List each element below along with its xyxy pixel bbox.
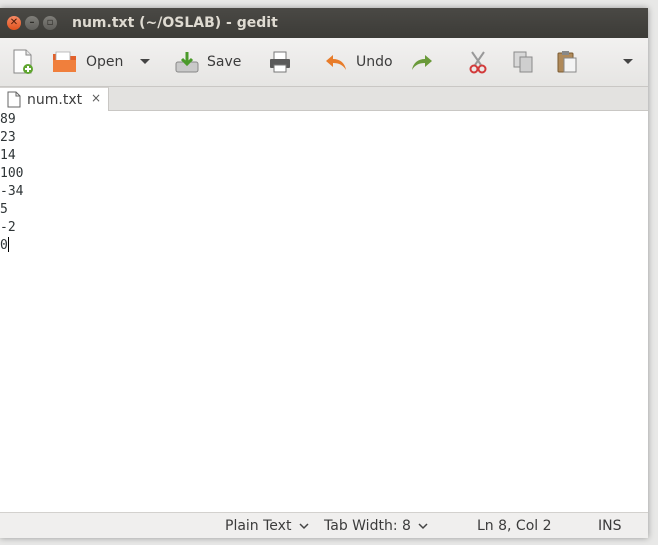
editor-line-text: 0 <box>0 238 8 253</box>
paste-button[interactable] <box>556 38 578 86</box>
paste-icon <box>557 51 577 73</box>
language-label: Plain Text <box>225 518 292 534</box>
editor-line: 100 <box>0 166 24 181</box>
menu-dropdown[interactable] <box>622 38 634 86</box>
editor-line-current: 0 <box>0 237 648 255</box>
tab-label: num.txt <box>27 91 83 108</box>
open-recent-dropdown[interactable] <box>139 38 151 86</box>
print-button[interactable] <box>268 38 292 86</box>
print-icon <box>270 51 290 73</box>
undo-label: Undo <box>356 54 393 70</box>
close-window-button[interactable]: ✕ <box>7 16 21 30</box>
close-tab-icon[interactable]: × <box>91 91 101 105</box>
tab-num-txt[interactable]: num.txt × <box>0 87 109 111</box>
gedit-window: ✕ – ▫ num.txt (~/OSLAB) - gedit Open Sav… <box>0 8 648 538</box>
redo-arrow-icon <box>412 55 432 70</box>
save-icon <box>175 52 199 73</box>
editor-line: 5 <box>0 202 8 217</box>
text-document-icon <box>7 91 21 108</box>
new-document-button[interactable] <box>11 38 35 86</box>
undo-button[interactable]: Undo <box>324 38 393 86</box>
undo-arrow-icon <box>326 55 346 70</box>
text-editor[interactable]: 89 23 14 100 -34 5 -2 0 <box>0 111 648 512</box>
tab-width-selector[interactable]: Tab Width: 8 <box>324 518 428 534</box>
chevron-down-icon <box>299 523 309 530</box>
chevron-down-icon <box>140 59 150 64</box>
save-button[interactable]: Save <box>175 38 241 86</box>
editor-line: 89 <box>0 112 16 127</box>
editor-line: -2 <box>0 220 16 235</box>
maximize-window-button[interactable]: ▫ <box>43 16 57 30</box>
window-title: num.txt (~/OSLAB) - gedit <box>72 15 278 31</box>
open-button[interactable]: Open <box>52 38 123 86</box>
toolbar: Open Save Undo <box>0 38 648 87</box>
tab-width-label: Tab Width: 8 <box>324 518 411 534</box>
cut-button[interactable] <box>468 38 488 86</box>
title-bar: ✕ – ▫ num.txt (~/OSLAB) - gedit <box>0 8 648 38</box>
redo-button[interactable] <box>410 38 434 86</box>
new-document-icon <box>13 49 33 74</box>
tab-bar: num.txt × <box>0 87 648 111</box>
editor-line: -34 <box>0 184 24 199</box>
minimize-window-button[interactable]: – <box>25 16 39 30</box>
chevron-down-icon <box>418 523 428 530</box>
open-label: Open <box>86 54 124 70</box>
open-folder-icon <box>53 51 76 72</box>
scissors-icon <box>469 51 487 74</box>
language-selector[interactable]: Plain Text <box>225 518 309 534</box>
text-cursor <box>7 237 9 252</box>
save-label: Save <box>207 54 242 70</box>
copy-button[interactable] <box>512 38 534 86</box>
copy-icon <box>513 51 533 73</box>
editor-line: 14 <box>0 148 16 163</box>
editor-line: 23 <box>0 130 16 145</box>
cursor-position: Ln 8, Col 2 <box>477 518 552 534</box>
status-bar: Plain Text Tab Width: 8 Ln 8, Col 2 INS <box>0 512 648 538</box>
chevron-down-icon <box>623 59 633 64</box>
insert-mode: INS <box>598 518 622 534</box>
